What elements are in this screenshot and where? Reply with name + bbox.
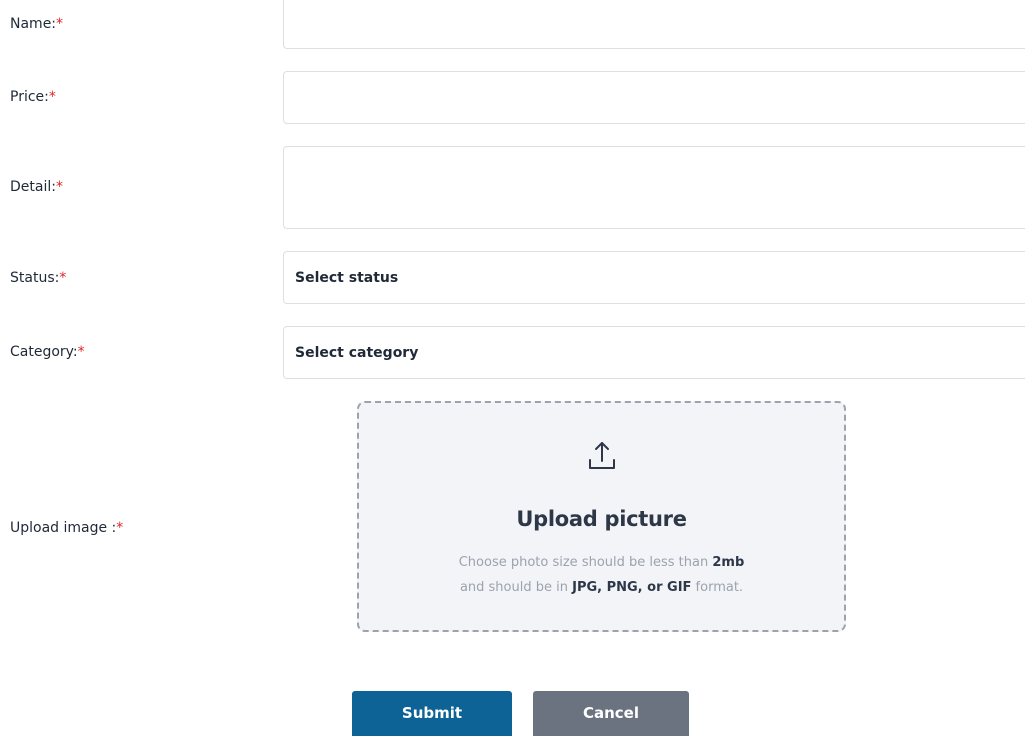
upload-icon: [588, 442, 615, 469]
name-label-text: Name:: [10, 16, 57, 32]
product-form: Name:* Price:* Detail:* Status:* Select …: [0, 0, 1025, 736]
name-field-box: [283, 0, 1025, 49]
status-label: Status:*: [10, 268, 66, 288]
upload-image-label-text: Upload image :: [10, 520, 117, 536]
required-marker: *: [48, 89, 56, 105]
upload-size-limit: 2mb: [712, 555, 745, 570]
required-marker: *: [77, 344, 85, 360]
category-select-value: Select category: [295, 344, 419, 361]
submit-button[interactable]: Submit: [352, 691, 512, 736]
upload-description: Choose photo size should be less than 2m…: [359, 550, 844, 600]
upload-image-label: Upload image :*: [10, 518, 123, 538]
cancel-button[interactable]: Cancel: [533, 691, 689, 736]
upload-dropzone[interactable]: Upload picture Choose photo size should …: [357, 401, 846, 632]
upload-desc-line-2: and should be in JPG, PNG, or GIF format…: [359, 575, 844, 600]
upload-title: Upload picture: [516, 507, 687, 531]
detail-textarea[interactable]: [284, 147, 1025, 228]
upload-desc-line-1: Choose photo size should be less than 2m…: [359, 550, 844, 575]
status-select-value: Select status: [295, 269, 399, 286]
status-label-text: Status:: [10, 270, 60, 286]
required-marker: *: [116, 520, 124, 536]
price-field-box: [283, 71, 1025, 124]
name-input[interactable]: [284, 0, 1025, 48]
price-label: Price:*: [10, 87, 56, 107]
required-marker: *: [59, 270, 67, 286]
required-marker: *: [55, 179, 63, 195]
status-select[interactable]: Select status: [283, 251, 1025, 304]
price-input[interactable]: [284, 72, 1025, 123]
name-label: Name:*: [10, 14, 63, 34]
category-label-text: Category:: [10, 344, 78, 360]
price-label-text: Price:: [10, 89, 49, 105]
upload-desc-text: format.: [691, 580, 744, 595]
category-select[interactable]: Select category: [283, 326, 1025, 379]
detail-label: Detail:*: [10, 177, 63, 197]
required-marker: *: [56, 16, 64, 32]
upload-desc-text: Choose photo size should be less than: [458, 555, 713, 570]
detail-field-box: [283, 146, 1025, 229]
upload-formats: JPG, PNG, or GIF: [572, 580, 692, 595]
upload-desc-text: and should be in: [459, 580, 573, 595]
detail-label-text: Detail:: [10, 179, 56, 195]
category-label: Category:*: [10, 342, 85, 362]
